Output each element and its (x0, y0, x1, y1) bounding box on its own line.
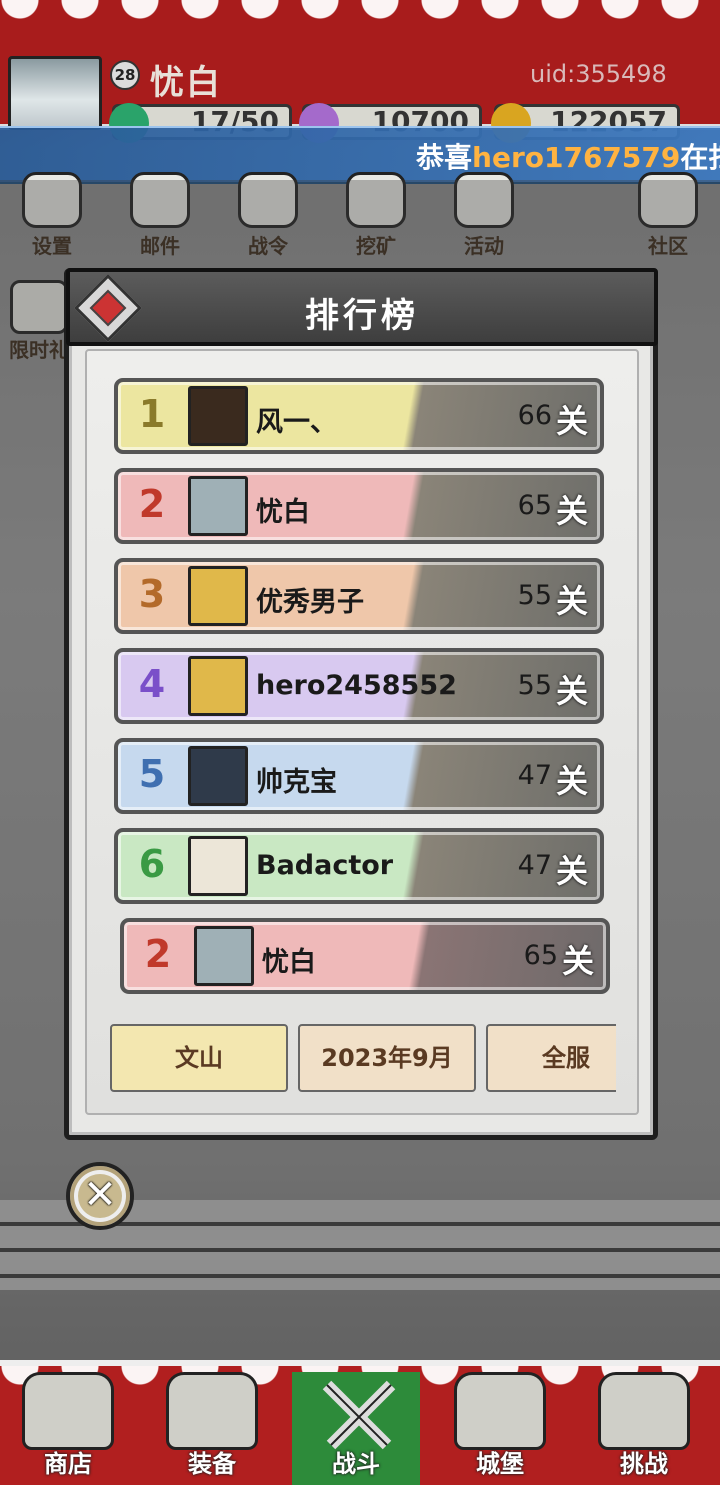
nav-shop-label: 商店 (44, 1450, 92, 1478)
leaderboard-row[interactable]: 4 hero2458552 55 关 (114, 648, 604, 724)
stage-unit: 关 (555, 762, 588, 800)
nav-challenge-label: 挑战 (620, 1450, 668, 1478)
nav-castle[interactable]: 城堡 (436, 1372, 564, 1485)
crossed-swords-icon (310, 1372, 402, 1450)
player-name: 忧白 (256, 497, 310, 528)
marquee-text: 恭喜hero1767579在扫荡 (416, 136, 720, 176)
tab-region[interactable]: 文山 (110, 1024, 288, 1092)
rank-number: 1 (138, 392, 166, 436)
player-avatar (188, 836, 248, 896)
leaderboard-title: 排行榜 (305, 296, 419, 336)
player-avatar (188, 476, 248, 536)
snow-decoration (0, 0, 720, 26)
leaderboard-row[interactable]: 5 帅克宝 47 关 (114, 738, 604, 814)
rank-number: 2 (138, 482, 166, 526)
stage-unit: 关 (555, 582, 588, 620)
leaderboard-row[interactable]: 2 忧白 65 关 (114, 468, 604, 544)
player-avatar (188, 656, 248, 716)
player-name: 忧白 (262, 947, 316, 978)
player-name: Badactor (256, 850, 394, 881)
player-name: 优秀男子 (256, 587, 364, 618)
stage-score: 47 (517, 850, 552, 881)
player-name: hero2458552 (256, 670, 457, 701)
leaderboard-row[interactable]: 6 Badactor 47 关 (114, 828, 604, 904)
player-avatar[interactable] (8, 56, 102, 130)
stage-unit: 关 (561, 942, 594, 980)
nav-challenge[interactable]: 挑战 (580, 1372, 708, 1485)
leaderboard-row[interactable]: 1 风一、 66 关 (114, 378, 604, 454)
marquee-suffix: 在扫荡 (680, 141, 720, 174)
tab-all-server[interactable]: 全服 (486, 1024, 616, 1092)
marquee-prefix: 恭喜 (416, 141, 473, 174)
shop-icon (22, 1372, 114, 1450)
player-avatar (188, 566, 248, 626)
rank-number: 6 (138, 842, 166, 886)
rank-number: 5 (138, 752, 166, 796)
tab-month[interactable]: 2023年9月 (298, 1024, 476, 1092)
rank-number: 3 (138, 572, 166, 616)
nav-battle[interactable]: 战斗 (292, 1372, 420, 1485)
backpack-icon (166, 1372, 258, 1450)
player-avatar (188, 386, 248, 446)
leaderboard-header: 排行榜 (66, 268, 658, 346)
leaderboard-row[interactable]: 3 优秀男子 55 关 (114, 558, 604, 634)
player-avatar (188, 746, 248, 806)
nav-shop[interactable]: 商店 (4, 1372, 132, 1485)
player-avatar (194, 926, 254, 986)
close-icon: ✕ (78, 1174, 122, 1218)
stage-unit: 关 (555, 492, 588, 530)
player-name: 帅克宝 (256, 767, 337, 798)
castle-icon (454, 1372, 546, 1450)
player-name: 风一、 (256, 407, 337, 438)
nav-equipment[interactable]: 装备 (148, 1372, 276, 1485)
stage-score: 55 (517, 580, 552, 611)
stage-score: 65 (517, 490, 552, 521)
rank-number: 2 (144, 932, 172, 976)
stage-unit: 关 (555, 852, 588, 890)
rank-number: 4 (138, 662, 166, 706)
nav-castle-label: 城堡 (476, 1450, 524, 1478)
game-screen: { "player": {"level": "28", "name": "忧白"… (0, 0, 720, 1485)
player-name: 忧白 (150, 63, 222, 103)
stage-score: 55 (517, 670, 552, 701)
stage-score: 66 (517, 400, 552, 431)
leaderboard-inner (85, 349, 639, 1115)
close-button[interactable]: ✕ (66, 1162, 134, 1230)
nav-equipment-label: 装备 (188, 1450, 236, 1478)
player-uid: uid:355498 (530, 60, 667, 88)
my-rank-row[interactable]: 2 忧白 65 关 (120, 918, 610, 994)
player-level-badge: 28 (110, 60, 140, 90)
stage-unit: 关 (555, 672, 588, 710)
stage-unit: 关 (555, 402, 588, 440)
shield-icon (598, 1372, 690, 1450)
stage-score: 47 (517, 760, 552, 791)
marquee-hero: hero1767579 (472, 141, 681, 174)
stage-score: 65 (523, 940, 558, 971)
